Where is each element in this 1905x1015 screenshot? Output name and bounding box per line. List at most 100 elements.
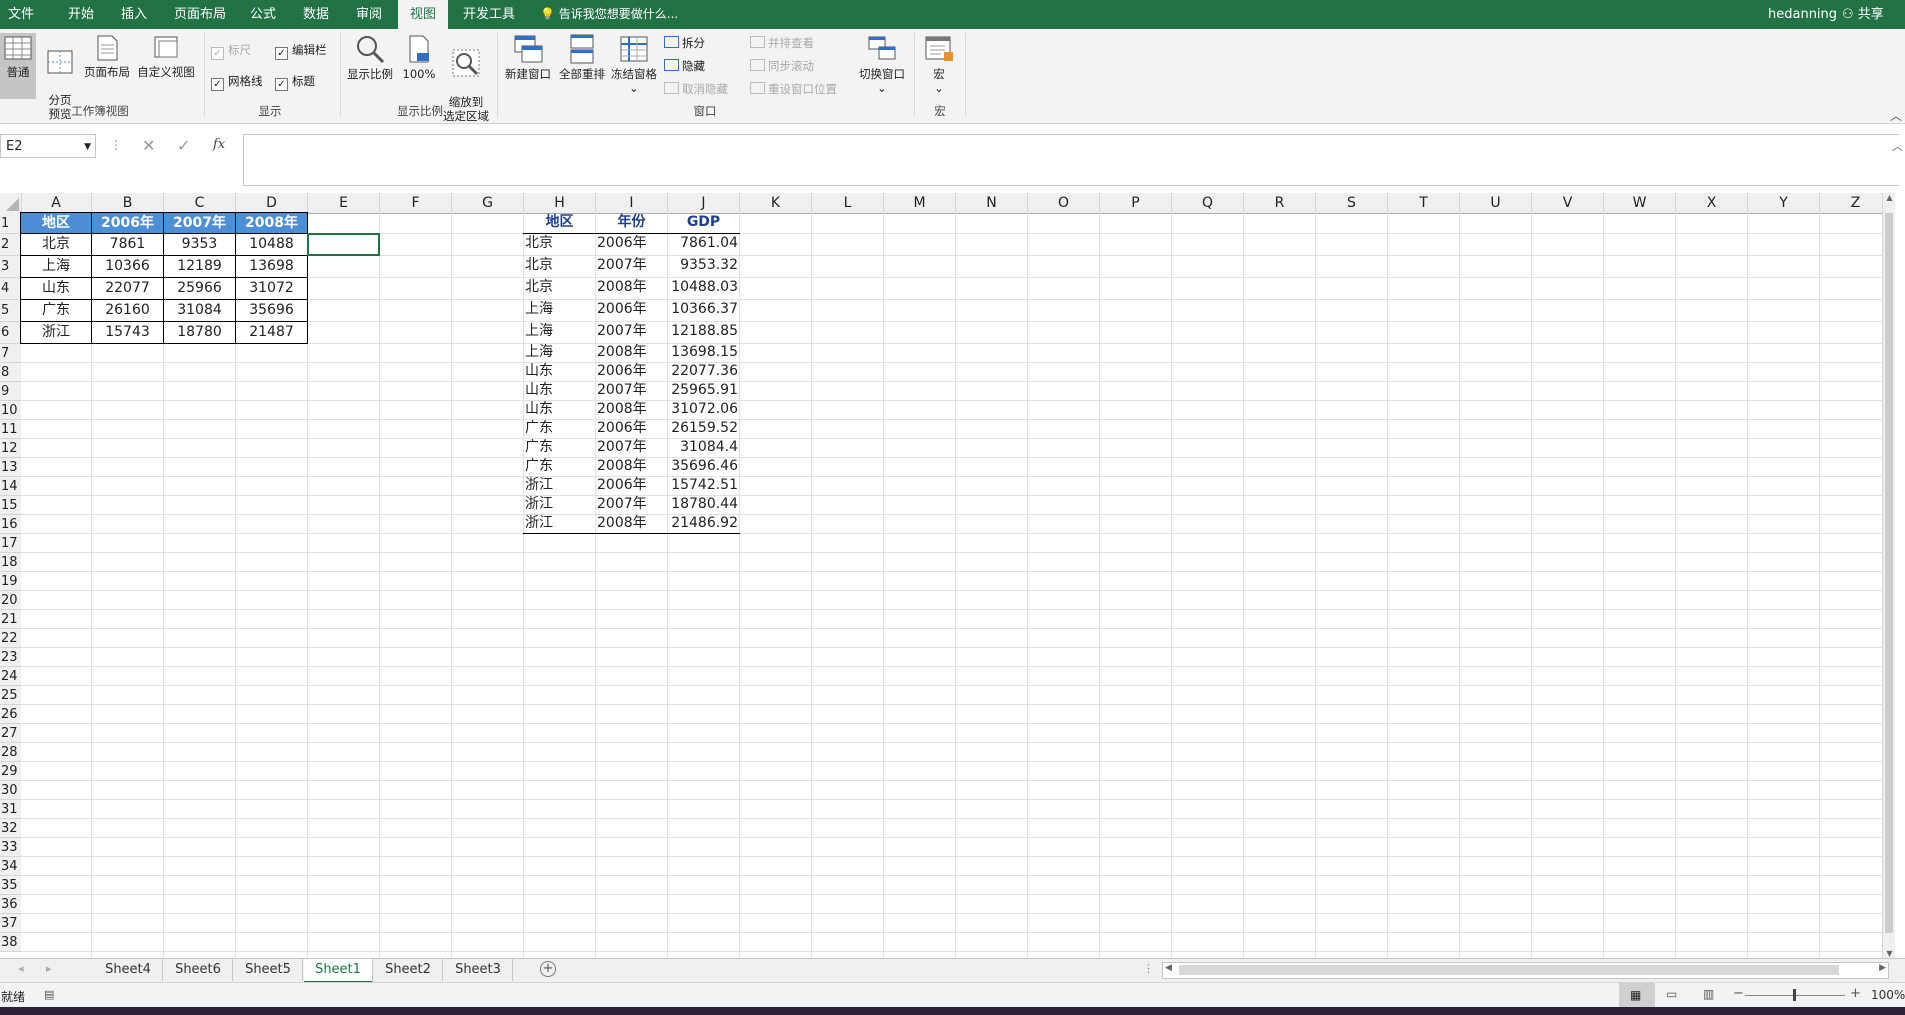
column-header[interactable]: K <box>740 193 812 213</box>
normal-view-status-button[interactable]: ▦ <box>1619 983 1655 1007</box>
row-header[interactable]: 16 <box>0 515 21 534</box>
table2-cell[interactable]: 13698.15 <box>667 343 740 363</box>
row-header[interactable]: 26 <box>0 705 21 724</box>
column-header[interactable]: G <box>452 193 524 213</box>
column-header[interactable]: L <box>812 193 884 213</box>
column-header[interactable]: Q <box>1172 193 1244 213</box>
table2-cell[interactable]: 7861.04 <box>667 233 740 256</box>
next-sheet-icon[interactable]: ▸ <box>46 962 52 975</box>
table1-cell[interactable]: 广东 <box>20 299 92 322</box>
table2-cell[interactable]: 2008年 <box>595 277 668 300</box>
tell-me-search[interactable]: 💡 告诉我您想要做什么... <box>540 0 678 29</box>
table2-cell[interactable]: 2007年 <box>595 495 668 515</box>
selected-cell[interactable] <box>307 233 380 256</box>
table1-cell[interactable]: 浙江 <box>20 321 92 344</box>
table1-cell[interactable]: 9353 <box>163 233 236 256</box>
select-all-corner[interactable] <box>0 193 22 213</box>
table2-cell[interactable]: 浙江 <box>523 495 596 515</box>
table2-cell[interactable]: 35696.46 <box>667 457 740 477</box>
row-header[interactable]: 30 <box>0 781 21 800</box>
table2-cell[interactable]: 15742.51 <box>667 476 740 496</box>
share-button[interactable]: ⚇ 共享 <box>1842 0 1884 29</box>
expand-formula-bar-icon[interactable]: ︿ <box>1892 138 1903 154</box>
row-header[interactable]: 9 <box>0 382 21 401</box>
scroll-up-icon[interactable]: ▲ <box>1883 193 1895 202</box>
table1-cell[interactable]: 13698 <box>235 255 308 278</box>
column-header[interactable]: S <box>1316 193 1388 213</box>
row-header[interactable]: 22 <box>0 629 21 648</box>
table1-cell[interactable]: 12189 <box>163 255 236 278</box>
table2-cell[interactable]: 2007年 <box>595 255 668 278</box>
switch-windows-button[interactable]: 切换窗口 ⌄ <box>856 33 908 95</box>
table2-cell[interactable]: 上海 <box>523 299 596 322</box>
table2-cell[interactable]: 山东 <box>523 381 596 401</box>
tab-home[interactable]: 开始 <box>68 0 102 29</box>
column-header[interactable]: X <box>1676 193 1748 213</box>
row-header[interactable]: 35 <box>0 876 21 895</box>
headings-checkbox[interactable]: ✓ 标题 <box>275 73 315 91</box>
column-header[interactable]: M <box>884 193 956 213</box>
table2-cell[interactable]: 31072.06 <box>667 400 740 420</box>
table1-cell[interactable]: 山东 <box>20 277 92 300</box>
formula-input[interactable] <box>243 134 1899 186</box>
table2-cell[interactable]: 山东 <box>523 400 596 420</box>
table2-cell[interactable]: 北京 <box>523 277 596 300</box>
tab-view[interactable]: 视图 <box>398 0 448 29</box>
page-layout-status-icon[interactable]: ▭ <box>1666 987 1677 1001</box>
tab-page-layout[interactable]: 页面布局 <box>174 0 234 29</box>
scroll-right-icon[interactable]: ▶ <box>1879 963 1886 973</box>
table2-cell[interactable]: 2006年 <box>595 419 668 439</box>
column-header[interactable]: N <box>956 193 1028 213</box>
table1-cell[interactable]: 15743 <box>91 321 164 344</box>
row-header[interactable]: 21 <box>0 610 21 629</box>
row-header[interactable]: 36 <box>0 895 21 914</box>
row-header[interactable]: 14 <box>0 477 21 496</box>
prev-sheet-icon[interactable]: ◂ <box>18 962 24 975</box>
row-header[interactable]: 12 <box>0 439 21 458</box>
column-header[interactable]: A <box>21 193 92 213</box>
table2-cell[interactable]: 10488.03 <box>667 277 740 300</box>
table1-header-cell[interactable]: 2008年 <box>235 212 308 234</box>
column-header[interactable]: C <box>164 193 236 213</box>
row-header[interactable]: 31 <box>0 800 21 819</box>
formula-bar-checkbox[interactable]: ✓ 编辑栏 <box>275 42 327 60</box>
table2-cell[interactable]: 北京 <box>523 233 596 256</box>
table2-cell[interactable]: 21486.92 <box>667 514 740 534</box>
table1-cell[interactable]: 26160 <box>91 299 164 322</box>
row-header[interactable]: 3 <box>0 256 21 278</box>
table2-cell[interactable]: 山东 <box>523 362 596 382</box>
macro-record-icon[interactable]: ▤ <box>44 988 54 1001</box>
enter-icon[interactable]: ✓ <box>177 136 190 155</box>
row-header[interactable]: 37 <box>0 914 21 933</box>
column-header[interactable]: W <box>1604 193 1676 213</box>
table2-header-cell[interactable]: 年份 <box>595 212 668 234</box>
row-header[interactable]: 15 <box>0 496 21 515</box>
row-header[interactable]: 4 <box>0 278 21 300</box>
table1-cell[interactable]: 北京 <box>20 233 92 256</box>
row-header[interactable]: 34 <box>0 857 21 876</box>
cancel-icon[interactable]: ✕ <box>142 136 155 155</box>
more-options-icon[interactable]: ⋮ <box>110 138 122 152</box>
table2-cell[interactable]: 22077.36 <box>667 362 740 382</box>
zoom-in-icon[interactable]: + <box>1850 986 1861 1001</box>
table2-header-cell[interactable]: GDP <box>667 212 740 234</box>
table1-cell[interactable]: 7861 <box>91 233 164 256</box>
table2-cell[interactable]: 2006年 <box>595 299 668 322</box>
row-header[interactable]: 10 <box>0 401 21 420</box>
page-layout-view-button[interactable]: 页面布局 <box>82 33 132 79</box>
arrange-all-button[interactable]: 全部重排 <box>557 33 607 81</box>
table2-cell[interactable]: 18780.44 <box>667 495 740 515</box>
table2-cell[interactable]: 2008年 <box>595 514 668 534</box>
row-header[interactable]: 1 <box>0 213 21 234</box>
tab-formulas[interactable]: 公式 <box>250 0 284 29</box>
column-header[interactable]: U <box>1460 193 1532 213</box>
column-header[interactable]: T <box>1388 193 1460 213</box>
hide-button[interactable]: 隐藏 <box>664 57 705 75</box>
scroll-down-icon[interactable]: ▼ <box>1883 949 1895 958</box>
table2-cell[interactable]: 31084.4 <box>667 438 740 458</box>
table2-cell[interactable]: 10366.37 <box>667 299 740 322</box>
unhide-button[interactable]: 取消隐藏 <box>664 80 728 98</box>
column-header[interactable]: Y <box>1748 193 1820 213</box>
normal-view-button[interactable]: 普通 <box>0 33 36 99</box>
insert-function-icon[interactable]: fx <box>213 137 225 152</box>
